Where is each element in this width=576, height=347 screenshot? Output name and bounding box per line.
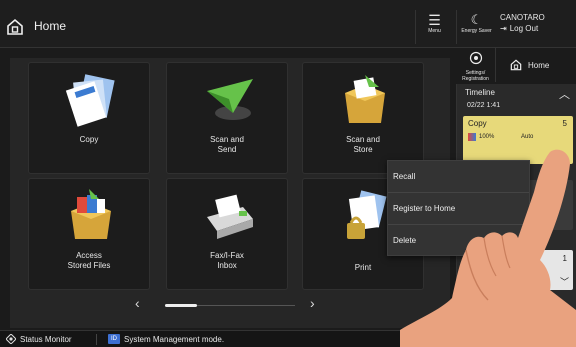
page-thumb [165, 304, 197, 307]
tile-scan-store[interactable]: Scan and Store [302, 62, 424, 174]
tile-copy[interactable]: Copy [28, 62, 150, 174]
timeline-title: Timeline [465, 88, 495, 97]
menu-item-delete[interactable]: Delete [388, 225, 529, 257]
job-zoom: 100% [479, 134, 495, 140]
job-count: 1 [562, 254, 567, 263]
menu-icon: ☰ [428, 12, 441, 28]
job-name: Copy [468, 119, 487, 128]
copy-icon [65, 74, 115, 127]
color-mode-icon [468, 133, 476, 141]
scan-store-icon [345, 75, 385, 123]
fax-inbox-icon [207, 194, 253, 239]
chevron-up-icon[interactable]: ︿ [559, 86, 570, 102]
divider [96, 334, 97, 345]
tile-label: Print [354, 263, 372, 272]
tile-label: Access Stored Files [67, 251, 111, 270]
scan-send-icon [207, 79, 253, 120]
home-tile-area: Copy Scan and Send Scan and Store Access… [10, 58, 450, 328]
settings-registration-button[interactable]: Settings/ Registration [456, 48, 496, 82]
tile-label: Fax/I-Fax Inbox [210, 251, 244, 270]
stored-files-icon [71, 189, 111, 239]
page-title: Home [34, 19, 67, 33]
energy-saver-label: Energy Saver [461, 28, 492, 34]
prev-page-button[interactable]: ‹ [135, 295, 140, 311]
context-menu: Recall Register to Home Delete [387, 160, 530, 256]
logout-label: Log Out [509, 24, 539, 33]
status-monitor-label: Status Monitor [20, 334, 72, 344]
page-indicator: ‹ › [135, 295, 325, 312]
menu-label: Menu [428, 28, 441, 34]
home-icon [510, 59, 522, 71]
moon-icon: ☾ [470, 12, 483, 27]
system-message: ID System Management mode. [108, 334, 224, 344]
logout-button[interactable]: ⇥ Log Out [500, 23, 545, 34]
id-badge-icon: ID [108, 334, 120, 344]
tile-label: Scan and Store [346, 135, 380, 154]
user-name: CANOTARO [500, 13, 545, 22]
menu-item-register-to-home[interactable]: Register to Home [388, 193, 529, 225]
job-mode: Auto [521, 134, 534, 140]
next-page-button[interactable]: › [310, 295, 315, 311]
keyboard-icon[interactable] [548, 335, 564, 344]
timeline-job-copy[interactable]: Copy 5 100% Auto [463, 116, 573, 164]
side-home-button[interactable]: Home [500, 54, 576, 76]
status-monitor-icon [6, 334, 16, 344]
timeline-time: 02/22 1:41 [467, 102, 501, 109]
gear-icon [469, 51, 482, 65]
system-message-text: System Management mode. [124, 334, 225, 344]
menu-item-recall[interactable]: Recall [388, 161, 529, 193]
job-count: 5 [562, 119, 567, 128]
side-home-label: Home [528, 60, 550, 70]
tile-scan-send[interactable]: Scan and Send [166, 62, 288, 174]
logout-icon: ⇥ [500, 24, 507, 33]
status-bar: Status Monitor ID System Management mode… [0, 330, 576, 347]
energy-saver-button[interactable]: ☾ Energy Saver [456, 10, 496, 44]
tile-label: Copy [79, 135, 99, 144]
print-icon [347, 190, 387, 239]
user-panel: CANOTARO ⇥ Log Out [500, 12, 545, 34]
menu-button[interactable]: ☰ Menu [415, 10, 453, 44]
status-monitor-button[interactable]: Status Monitor [6, 334, 72, 344]
tile-label: Scan and Send [210, 135, 244, 154]
side-shortcuts: Settings/ Registration Home [456, 46, 576, 84]
tile-fax-inbox[interactable]: Fax/I-Fax Inbox [166, 178, 288, 290]
chevron-down-icon[interactable]: ﹀ [560, 275, 569, 288]
tile-stored-files[interactable]: Access Stored Files [28, 178, 150, 290]
top-bar: Home ☰ Menu ☾ Energy Saver CANOTARO ⇥ Lo… [0, 0, 576, 48]
home-icon[interactable] [6, 18, 24, 36]
settings-label: Settings/ Registration [462, 70, 489, 82]
